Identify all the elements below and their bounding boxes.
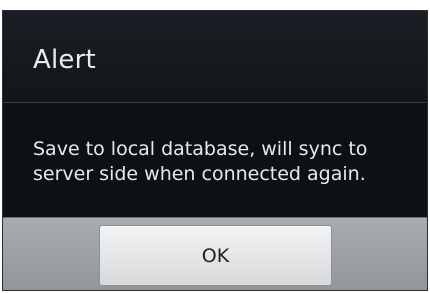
dialog-title-bar: Alert	[3, 11, 427, 102]
screen: Alert Save to local database, will sync …	[0, 0, 430, 293]
dialog-message-area: Save to local database, will sync to ser…	[3, 103, 427, 217]
ok-button-label: OK	[201, 244, 230, 267]
ok-button[interactable]: OK	[99, 225, 332, 286]
dialog-button-bar: OK	[3, 217, 427, 290]
alert-dialog: Alert Save to local database, will sync …	[2, 10, 428, 291]
dialog-title: Alert	[33, 45, 96, 75]
dialog-message: Save to local database, will sync to ser…	[33, 138, 368, 185]
